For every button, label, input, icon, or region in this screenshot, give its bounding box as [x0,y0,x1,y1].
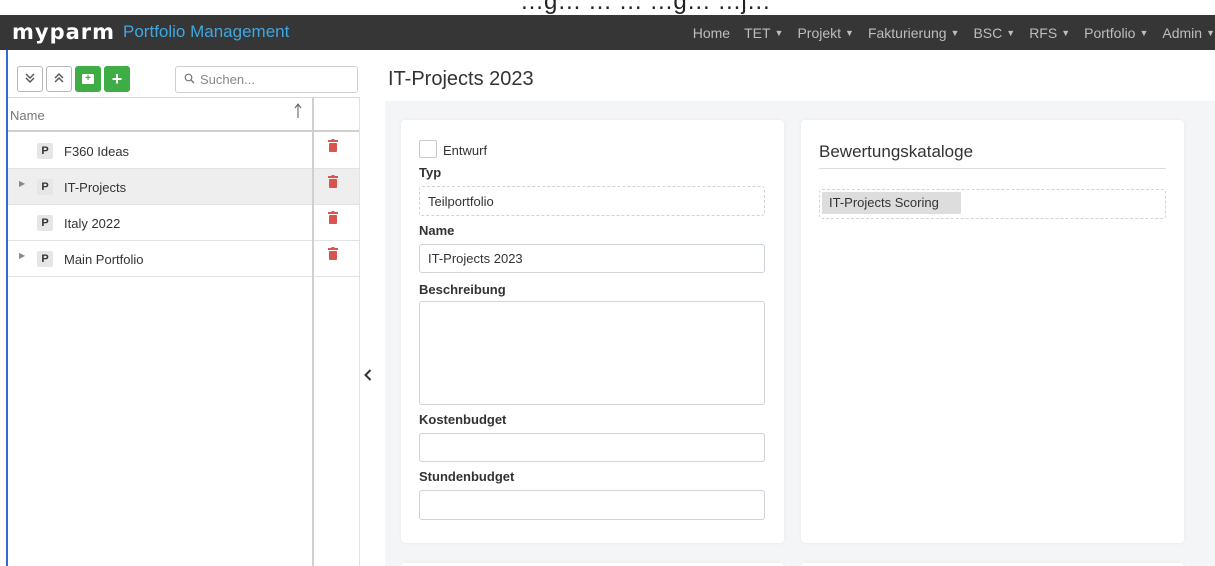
double-chevron-up-icon [53,72,65,87]
tree-toolbar: + + [17,66,133,92]
navbar: myparm Portfolio Management Home TET ▼ Pr… [0,15,1215,50]
portfolio-badge: P [37,143,53,159]
portfolio-badge: P [37,251,53,267]
panel-border [359,98,360,566]
app-name: Portfolio Management [123,22,290,41]
caret-down-icon: ▼ [774,27,784,38]
draft-checkbox[interactable] [419,140,437,158]
top-bar: …g… … … …g… …j… myparm Portfolio Managem… [0,0,1215,50]
catalog-tag[interactable]: IT-Projects Scoring [822,192,961,214]
collapse-panel-chevron-left-icon[interactable] [364,365,372,386]
search-placeholder: Suchen... [200,72,255,87]
plus-icon: + [111,68,123,89]
search-icon [184,73,195,87]
caret-down-icon: ▼ [1139,27,1149,38]
add-button[interactable]: + [104,66,130,92]
tree-row-label: Italy 2022 [64,216,121,231]
add-child-button[interactable]: + [75,66,101,92]
main-menu: Home TET ▼ Projekt ▼ Fakturierung ▼ BSC ▼ RF… [679,15,1215,50]
expand-caret-icon[interactable]: ▶ [19,251,25,260]
type-label: Typ [419,165,442,180]
delete-icon[interactable] [328,139,338,158]
delete-icon[interactable] [328,175,338,194]
sort-arrow-up-icon[interactable] [294,103,302,124]
tree-row-label: IT-Projects [64,180,127,195]
tree-row[interactable]: ▶ P Main Portfolio [8,241,360,277]
menu-label: RFS [1029,24,1058,41]
menu-admin[interactable]: Admin ▼ [1162,25,1215,41]
menu-projekt[interactable]: Projekt ▼ [797,25,854,41]
column-header-name[interactable]: Name [10,108,45,123]
menu-home[interactable]: Home [693,25,730,41]
menu-label: Admin [1162,24,1203,41]
delete-icon[interactable] [328,247,338,266]
menu-fakturierung[interactable]: Fakturierung ▼ [868,25,960,41]
column-divider[interactable] [312,98,314,566]
name-field[interactable]: IT-Projects 2023 [419,244,765,273]
search-input[interactable]: Suchen... [175,66,358,93]
menu-label: TET [744,24,771,41]
tree-row[interactable]: ▶ P IT-Projects [8,169,360,205]
double-chevron-down-icon [24,72,36,87]
description-field[interactable] [419,301,765,405]
menu-label: Projekt [797,24,842,41]
menu-tet[interactable]: TET ▼ [744,25,783,41]
caret-down-icon: ▼ [1006,27,1016,38]
cost-budget-label: Kostenbudget [419,412,507,427]
menu-portfolio[interactable]: Portfolio ▼ [1084,25,1148,41]
menu-bsc[interactable]: BSC ▼ [973,25,1015,41]
tree-row-label: Main Portfolio [64,252,144,267]
cropped-caption-strip: …g… … … …g… …j… [0,0,1215,15]
caret-down-icon: ▼ [1061,27,1071,38]
portfolio-badge: P [37,179,53,195]
caret-down-icon: ▼ [1206,27,1215,38]
type-field: Teilportfolio [419,186,765,216]
brand[interactable]: myparm Portfolio Management [12,18,289,46]
type-value: Teilportfolio [428,193,494,209]
caret-down-icon: ▼ [950,27,960,38]
catalogs-card [801,120,1184,543]
cropped-caption: …g… … … …g… …j… [520,0,771,15]
add-folder-icon: + [82,74,94,84]
menu-rfs[interactable]: RFS ▼ [1029,25,1070,41]
draft-label: Entwurf [443,143,488,158]
collapse-all-button[interactable] [46,66,72,92]
tree-row-label: F360 Ideas [64,144,130,159]
hours-budget-label: Stundenbudget [419,469,515,484]
name-label: Name [419,223,455,238]
tree-row[interactable]: P Italy 2022 [8,205,360,241]
menu-label: BSC [973,24,1003,41]
caret-down-icon: ▼ [845,27,854,38]
divider [819,168,1166,169]
description-label: Beschreibung [419,282,506,297]
portfolio-tree: Name P F360 Ideas ▶ P IT-Projects P Ital… [8,97,360,566]
menu-label: Fakturierung [867,24,947,41]
menu-label: Portfolio [1084,24,1136,41]
catalogs-title: Bewertungskataloge [819,142,974,161]
expand-caret-icon[interactable]: ▶ [19,179,25,188]
expand-all-button[interactable] [17,66,43,92]
tree-row[interactable]: P F360 Ideas [8,133,360,169]
page-title: IT-Projects 2023 [388,68,534,90]
portfolio-badge: P [37,215,53,231]
delete-icon[interactable] [328,211,338,230]
brand-logo: myparm [12,20,116,44]
cost-budget-field[interactable] [419,433,765,462]
hours-budget-field[interactable] [419,490,765,520]
app-window: …g… … … …g… …j… myparm Portfolio Managem… [0,0,1215,566]
tree-header: Name [8,98,360,132]
name-value: IT-Projects 2023 [428,251,523,266]
menu-label: Home [692,24,731,41]
